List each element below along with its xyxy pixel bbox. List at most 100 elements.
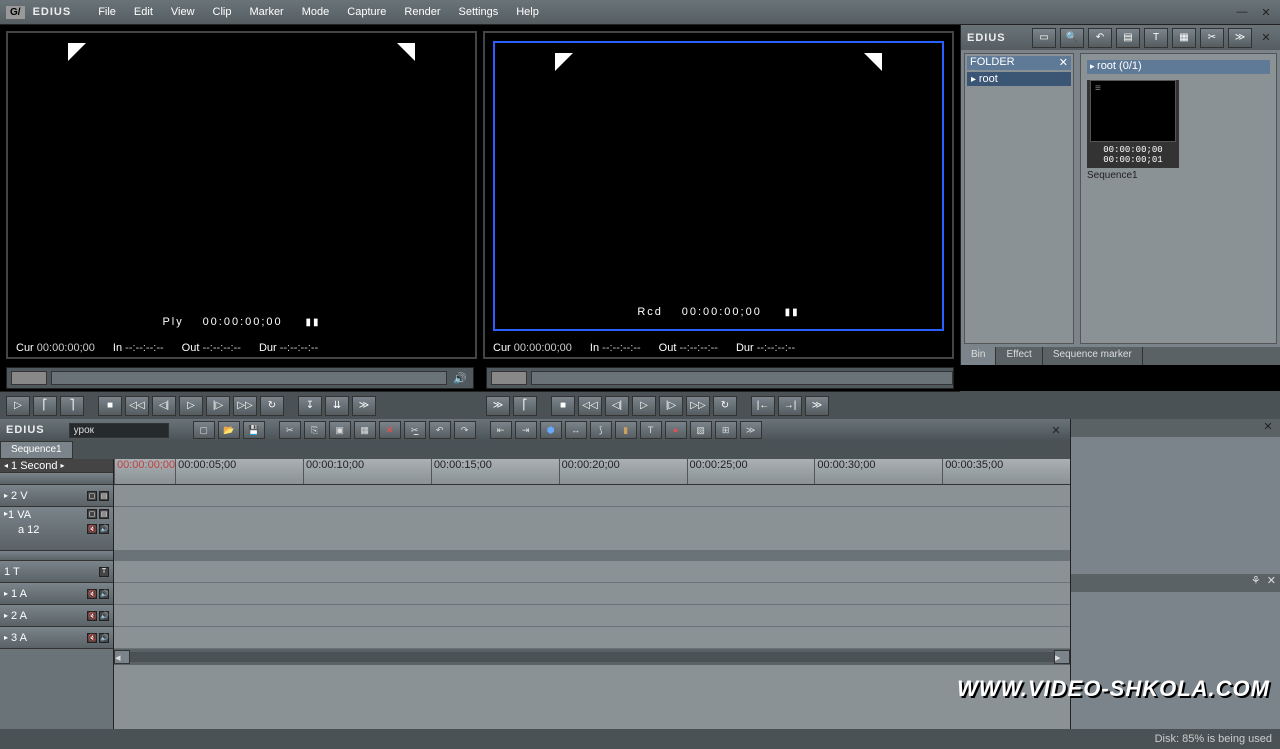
scroll-left-icon[interactable]: ◂ [114, 650, 130, 664]
mute-icon[interactable]: 🔇 [87, 633, 97, 643]
folder-close-icon[interactable]: ✕ [1059, 56, 1068, 70]
loop-icon[interactable]: ↻ [713, 396, 737, 416]
insert-icon[interactable]: ↧ [298, 396, 322, 416]
open-icon[interactable]: 📂 [218, 421, 240, 439]
track-head-3a[interactable]: ▸3 A 🔇🔊 [0, 627, 113, 649]
menu-settings[interactable]: Settings [449, 3, 507, 21]
track-toggle-icon[interactable]: ▢ [87, 491, 97, 501]
stop-icon[interactable]: ■ [98, 396, 122, 416]
play-button[interactable]: ▷ [179, 396, 203, 416]
menu-clip[interactable]: Clip [204, 3, 241, 21]
paste-icon[interactable]: ▣ [329, 421, 351, 439]
speaker-icon[interactable]: 🔊 [99, 633, 109, 643]
player-screen[interactable]: Ply 00:00:00;00 ▮▮ [8, 33, 475, 339]
rewind-icon[interactable]: ◁◁ [125, 396, 149, 416]
effect-close-button[interactable]: ✕ [1260, 419, 1276, 433]
speaker-icon[interactable]: 🔊 [453, 372, 467, 385]
paste-attr-icon[interactable]: ▦ [354, 421, 376, 439]
fastfwd-icon[interactable]: ▷▷ [233, 396, 257, 416]
render-icon[interactable]: ▧ [690, 421, 712, 439]
recorder-scrub-track[interactable] [531, 371, 953, 385]
speaker-icon[interactable]: 🔊 [99, 589, 109, 599]
menu-help[interactable]: Help [507, 3, 548, 21]
prev-frame-icon[interactable]: ◁| [605, 396, 629, 416]
folder-root[interactable]: ▸ root [967, 72, 1071, 86]
scroll-right-icon[interactable]: ▸ [1054, 650, 1070, 664]
folder-tree[interactable]: FOLDER✕ ▸ root [964, 53, 1074, 344]
track-lane-1t[interactable] [114, 561, 1070, 583]
new-seq-icon[interactable]: ▤ [1116, 28, 1140, 48]
menu-capture[interactable]: Capture [338, 3, 395, 21]
loop-icon[interactable]: ↻ [260, 396, 284, 416]
mute-icon[interactable]: 🔇 [87, 611, 97, 621]
title-lock-icon[interactable]: T [99, 567, 109, 577]
more-icon[interactable]: ≫ [1228, 28, 1252, 48]
shuttle-handle[interactable] [491, 371, 527, 385]
next-edit-icon[interactable]: →| [778, 396, 802, 416]
bars-icon[interactable]: ▦ [1172, 28, 1196, 48]
track-lane-2v[interactable] [114, 485, 1070, 507]
menu-render[interactable]: Render [395, 3, 449, 21]
tab-effect[interactable]: Effect [996, 347, 1042, 365]
tab-sequence-marker[interactable]: Sequence marker [1043, 347, 1143, 365]
mute-icon[interactable]: 🔇 [87, 589, 97, 599]
group-icon[interactable]: ⟆ [590, 421, 612, 439]
tab-bin[interactable]: Bin [961, 347, 996, 365]
save-icon[interactable]: 💾 [243, 421, 265, 439]
mark-icon[interactable]: ⎡ [513, 396, 537, 416]
close-icon[interactable]: ✕ [1267, 574, 1276, 592]
rewind-icon[interactable]: ◁◁ [578, 396, 602, 416]
player-scrub-track[interactable] [51, 371, 447, 385]
timeline-hscroll[interactable]: ◂ ▸ [114, 649, 1070, 665]
track-head-2a[interactable]: ▸2 A 🔇🔊 [0, 605, 113, 627]
timeline-ruler[interactable]: 00:00:00;00 00:00:05;00 00:00:10;00 00:0… [114, 459, 1070, 485]
up-icon[interactable]: ↶ [1088, 28, 1112, 48]
track-mode-icon[interactable]: ▤ [99, 509, 109, 519]
track-head-1va[interactable]: ▸1 VA ▢▤ a 12 🔇🔊 [0, 507, 113, 551]
track-lane-3a[interactable] [114, 627, 1070, 649]
search-icon[interactable]: 🔍 [1060, 28, 1084, 48]
more-icon[interactable]: ≫ [805, 396, 829, 416]
play-icon[interactable]: ▷ [6, 396, 30, 416]
mute-icon[interactable]: 🔇 [87, 524, 97, 534]
prev-edit-icon[interactable]: |← [751, 396, 775, 416]
go-icon[interactable]: ≫ [486, 396, 510, 416]
track-lane-2a[interactable] [114, 605, 1070, 627]
project-name-input[interactable] [69, 423, 169, 438]
clip-thumbnail[interactable]: ≡ 00:00:00;00 00:00:00;01 [1087, 80, 1179, 168]
ripple-delete-icon[interactable]: ✂̲ [404, 421, 426, 439]
title-icon[interactable]: T [1144, 28, 1168, 48]
voice-over-icon[interactable]: ● [665, 421, 687, 439]
menu-file[interactable]: File [89, 3, 125, 21]
folder-icon[interactable]: ▭ [1032, 28, 1056, 48]
ripple-mode-icon[interactable]: ⬢ [540, 421, 562, 439]
prev-frame-icon[interactable]: ◁| [152, 396, 176, 416]
menu-view[interactable]: View [162, 3, 204, 21]
zoom-head[interactable]: ◂1 Second▸ [0, 459, 113, 473]
more-icon[interactable]: ≫ [740, 421, 762, 439]
timeline-close-button[interactable]: ✕ [1048, 423, 1064, 437]
player-scrub-row[interactable]: 🔊 [6, 367, 474, 389]
recorder-screen[interactable]: Rcd 00:00:00;00 ▮▮ [493, 41, 944, 331]
track-head-2v[interactable]: ▸2 V ▢▤ [0, 485, 113, 507]
sequence-tab[interactable]: Sequence1 [0, 441, 73, 459]
marker-icon[interactable]: ▮ [615, 421, 637, 439]
tracks-area[interactable]: 00:00:00;00 00:00:05;00 00:00:10;00 00:0… [114, 459, 1070, 729]
delete-icon[interactable]: ✕ [379, 421, 401, 439]
menu-mode[interactable]: Mode [293, 3, 339, 21]
mark-in-icon[interactable]: ⎡ [33, 396, 57, 416]
clip-list[interactable]: ▸ root (0/1) ≡ 00:00:00;00 00:00:00;01 S… [1080, 53, 1277, 344]
speaker-icon[interactable]: 🔊 [99, 524, 109, 534]
menu-marker[interactable]: Marker [241, 3, 293, 21]
fastfwd-icon[interactable]: ▷▷ [686, 396, 710, 416]
copy-icon[interactable]: ⎘ [304, 421, 326, 439]
redo-icon[interactable]: ↷ [454, 421, 476, 439]
menu-edit[interactable]: Edit [125, 3, 162, 21]
more-transport-icon[interactable]: ≫ [352, 396, 376, 416]
track-lane-1va[interactable] [114, 507, 1070, 551]
insert-mode-icon[interactable]: ⇤ [490, 421, 512, 439]
track-toggle-icon[interactable]: ▢ [87, 509, 97, 519]
track-mode-icon[interactable]: ▤ [99, 491, 109, 501]
link-icon[interactable]: ⚘ [1251, 574, 1261, 592]
shuttle-handle[interactable] [11, 371, 47, 385]
